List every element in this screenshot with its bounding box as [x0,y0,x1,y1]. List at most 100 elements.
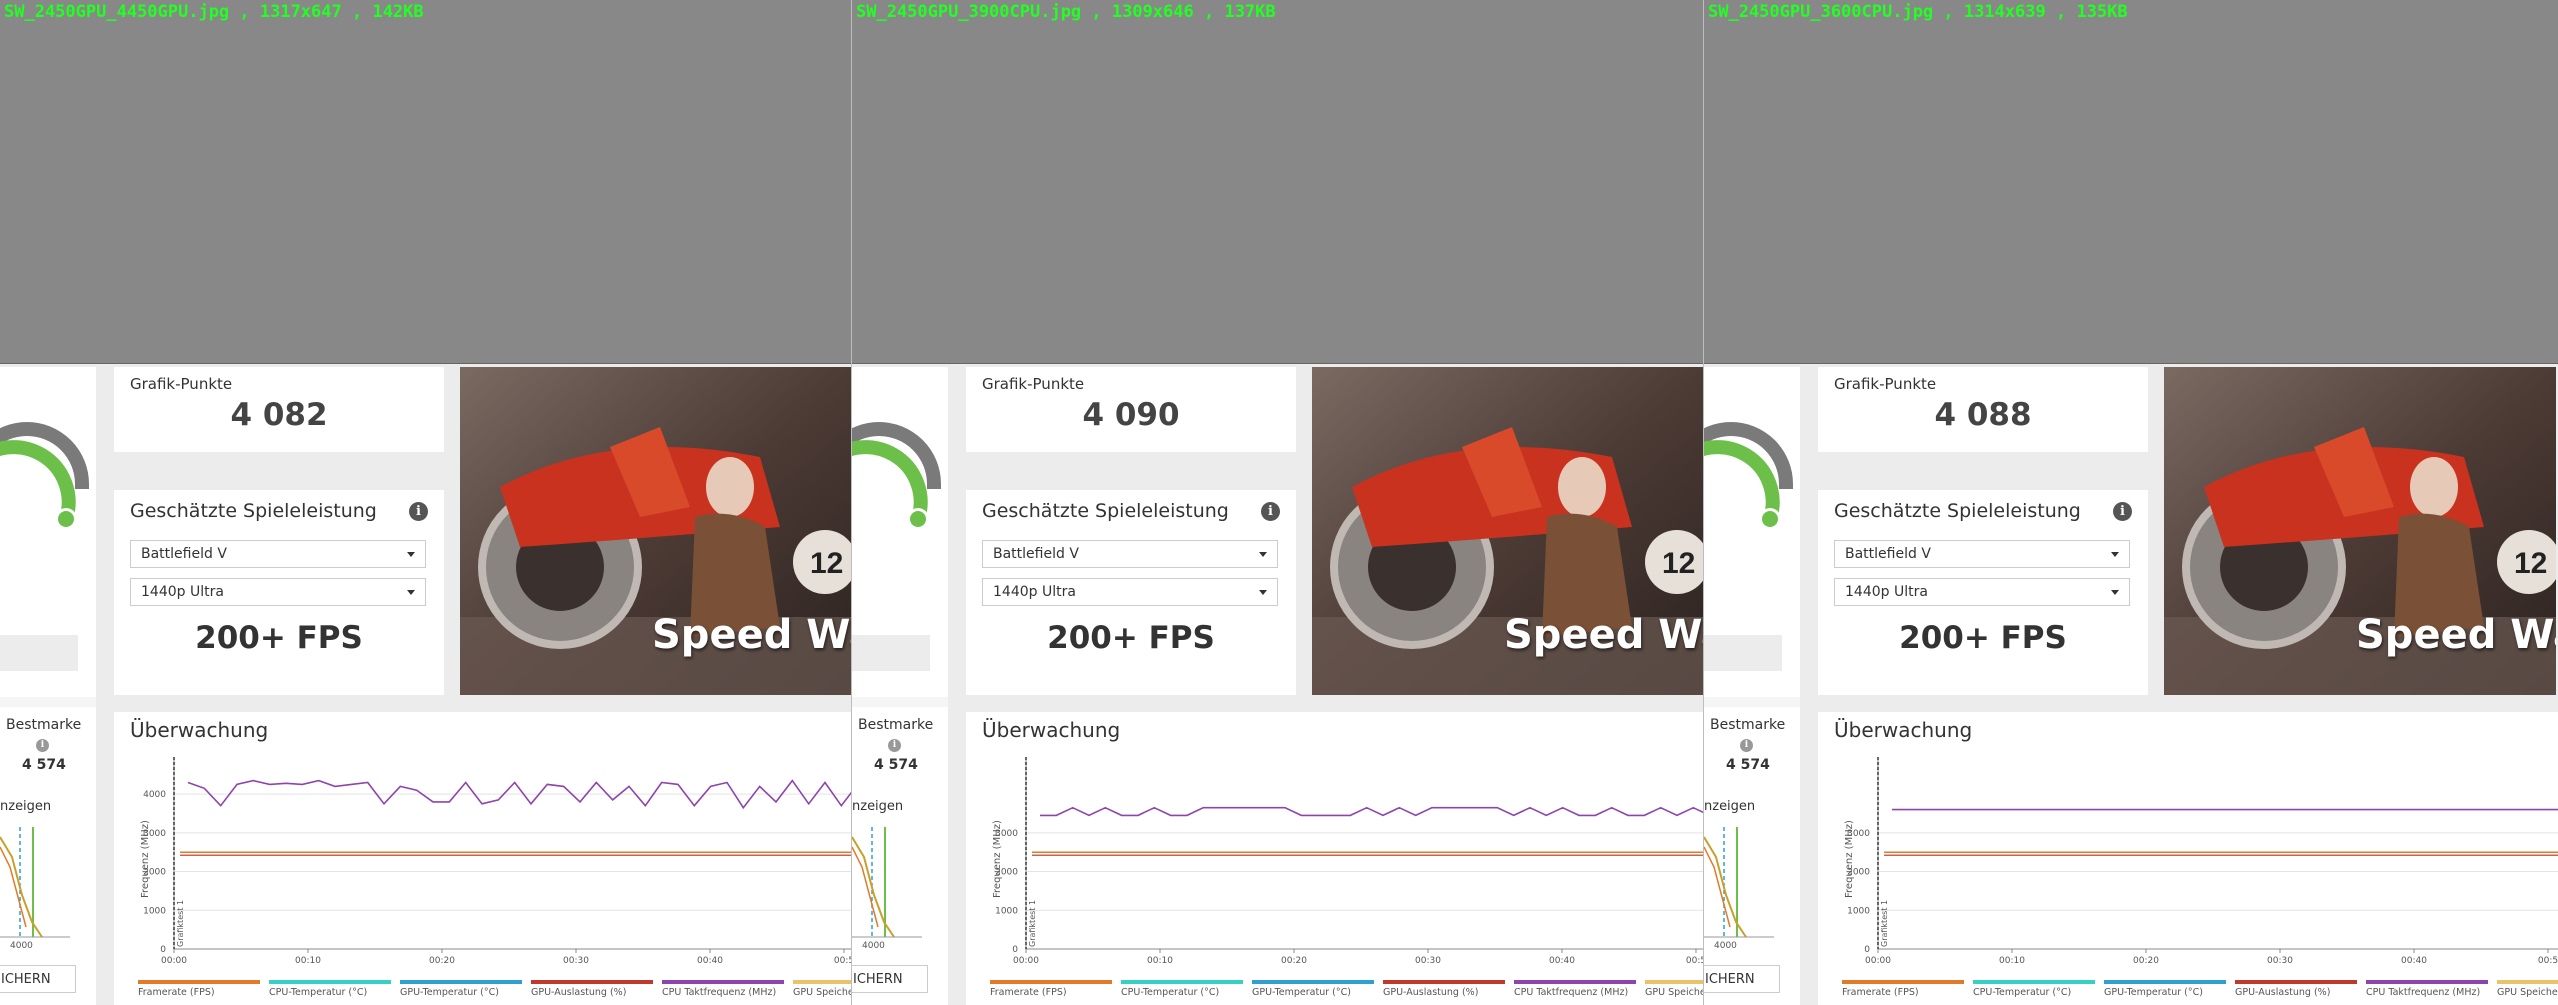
legend-item[interactable]: CPU-Temperatur (°C) [1121,980,1243,998]
image-caption: SW_2450GPU_3900CPU.jpg , 1309x646 , 137K… [856,2,1276,22]
info-icon[interactable]: i [36,739,49,752]
legend-swatch [1842,980,1964,984]
x-tick-label: 00:40 [1549,956,1575,966]
fps-estimate: 200+ FPS [1047,620,1215,656]
resolution-select[interactable]: 1440p Ultra [982,578,1278,606]
x-tick-label: 00:10 [295,956,321,966]
show-details-link[interactable]: nzeigen [0,799,51,814]
monitoring-chart: 3000200010000Frequenz (MHz)00:00 00:10 00:… [1844,757,2558,966]
save-button[interactable]: ICHERN [0,965,76,993]
gauge-fill [852,440,928,522]
legend-item[interactable]: Framerate (FPS) [990,980,1112,998]
best-score-card: Bestmarke i 4 574 nzeigen 4000 ICHERN [1704,707,1800,1005]
game-select[interactable]: Battlefield V [982,540,1278,568]
benchmark-title: Speed Way [652,612,851,658]
save-button[interactable]: ICHERN [852,965,928,993]
game-select[interactable]: Battlefield V [1834,540,2130,568]
gauge-knob[interactable] [58,511,74,527]
image-caption: SW_2450GPU_3600CPU.jpg , 1314x639 , 135K… [1708,2,2128,22]
screenshot-panel: SW_2450GPU_4450GPU.jpg , 1317x647 , 142K… [0,0,852,1005]
legend-label: Framerate (FPS) [1842,987,1919,998]
estimated-performance-card: Geschätzte Spieleleistung i Battlefield … [1818,490,2148,695]
x-tick-label: 00:40 [697,956,723,966]
graphics-score-label: Grafik-Punkte [130,375,233,393]
artwork-rider-head [2410,457,2458,517]
monitoring-card: Überwachung 3000 2000 1000 0 Frequenz (MHz) 0… [966,712,1703,1005]
graphics-score-value: 4 088 [1934,397,2032,433]
chevron-down-icon [407,590,415,595]
legend-item[interactable]: Framerate (FPS) [138,980,260,998]
artwork-number: 12 [2514,547,2547,580]
image-placeholder: SW_2450GPU_3900CPU.jpg , 1309x646 , 137K… [852,0,1703,364]
graphics-score-card: Grafik-Punkte 4 090 [966,367,1296,452]
legend-item[interactable]: GPU-Auslastung (%) [531,980,653,998]
fps-estimate: 200+ FPS [1899,620,2067,656]
resolution-select[interactable]: 1440p Ultra [1834,578,2130,606]
legend-item[interactable]: GPU Speicher [1645,980,1703,998]
show-details-link[interactable]: nzeigen [852,799,903,814]
chevron-down-icon [1259,552,1267,557]
resolution-select[interactable]: 1440p Ultra [130,578,426,606]
best-score-label: Bestmarke [6,717,82,733]
info-icon[interactable]: i [2113,502,2132,521]
legend-item[interactable]: Framerate (FPS) [1842,980,1964,998]
legend-label: CPU-Temperatur (°C) [1973,987,2072,998]
legend-item[interactable]: CPU Taktfrequenz (MHz) [662,980,784,998]
resolution-select-value: 1440p Ultra [1845,584,1928,600]
legend-item[interactable]: GPU Speicher [2497,980,2558,998]
legend-item[interactable]: GPU-Auslastung (%) [2235,980,2357,998]
estimated-performance-title: Geschätzte Spieleleistung [1834,500,2081,522]
benchmark-title: Speed Way [1504,612,1703,658]
y-tick-label: 0 [1012,945,1018,955]
game-select-value: Battlefield V [1845,546,1931,562]
info-icon[interactable]: i [1261,502,1280,521]
legend-item[interactable]: CPU Taktfrequenz (MHz) [1514,980,1636,998]
score-gauge-card [1704,367,1800,697]
image-placeholder: SW_2450GPU_3600CPU.jpg , 1314x639 , 135K… [1704,0,2558,364]
y-tick-label: 0 [160,945,166,955]
x-tick-label: 00:10 [1147,956,1173,966]
info-icon[interactable]: i [888,739,901,752]
legend-item[interactable]: GPU-Temperatur (°C) [400,980,522,998]
legend-label: CPU Taktfrequenz (MHz) [1514,987,1629,998]
legend-swatch [1252,980,1374,984]
x-tick-label: 00:20 [429,956,455,966]
comparison-strip: SW_2450GPU_4450GPU.jpg , 1317x647 , 142K… [0,0,2558,1005]
chart-legend: Framerate (FPS) CPU-Temperatur (°C) GPU-… [990,980,1703,1004]
legend-item[interactable]: CPU-Temperatur (°C) [1973,980,2095,998]
legend-item[interactable]: GPU-Temperatur (°C) [2104,980,2226,998]
y-axis-label: Frequenz (MHz) [992,820,1003,898]
y-axis-label: Frequenz (MHz) [140,820,151,898]
legend-swatch [1514,980,1636,984]
score-column: Bestmarke i 4 574 nzeigen 4000 ICHERN [852,367,948,1005]
legend-item[interactable]: CPU-Temperatur (°C) [269,980,391,998]
legend-label: CPU-Temperatur (°C) [269,987,368,998]
save-button[interactable]: ICHERN [1704,965,1780,993]
legend-swatch [269,980,391,984]
x-tick-label: 00:5 [834,956,852,966]
info-icon[interactable]: i [1740,739,1753,752]
legend-item[interactable]: GPU Speicher [793,980,851,998]
chart-legend: Framerate (FPS) CPU-Temperatur (°C) GPU-… [1842,980,2558,1004]
info-icon[interactable]: i [409,502,428,521]
legend-label: GPU-Auslastung (%) [1383,987,1479,998]
estimated-performance-card: Geschätzte Spieleleistung i Battlefield … [966,490,1296,695]
score-distribution-chart [0,827,70,938]
graphics-score-card: Grafik-Punkte 4 082 [114,367,444,452]
legend-swatch [531,980,653,984]
legend-swatch [1383,980,1505,984]
game-select[interactable]: Battlefield V [130,540,426,568]
show-details-link[interactable]: nzeigen [1704,799,1755,814]
chart-legend: Framerate (FPS) CPU-Temperatur (°C) GPU-… [138,980,851,1004]
legend-item[interactable]: GPU-Temperatur (°C) [1252,980,1374,998]
gauge-knob[interactable] [910,511,926,527]
score-column: Bestmarke i 4 574 nzeigen 4000 ICHERN [0,367,96,1005]
score-gauge [1704,422,1793,530]
screenshot-panel: SW_2450GPU_3600CPU.jpg , 1314x639 , 135K… [1704,0,2558,1005]
gauge-fill [0,440,76,522]
y-tick-label: 0 [1864,945,1870,955]
legend-item[interactable]: CPU Taktfrequenz (MHz) [2366,980,2488,998]
legend-item[interactable]: GPU-Auslastung (%) [1383,980,1505,998]
gauge-knob[interactable] [1762,511,1778,527]
legend-label: GPU-Temperatur (°C) [2104,987,2203,998]
